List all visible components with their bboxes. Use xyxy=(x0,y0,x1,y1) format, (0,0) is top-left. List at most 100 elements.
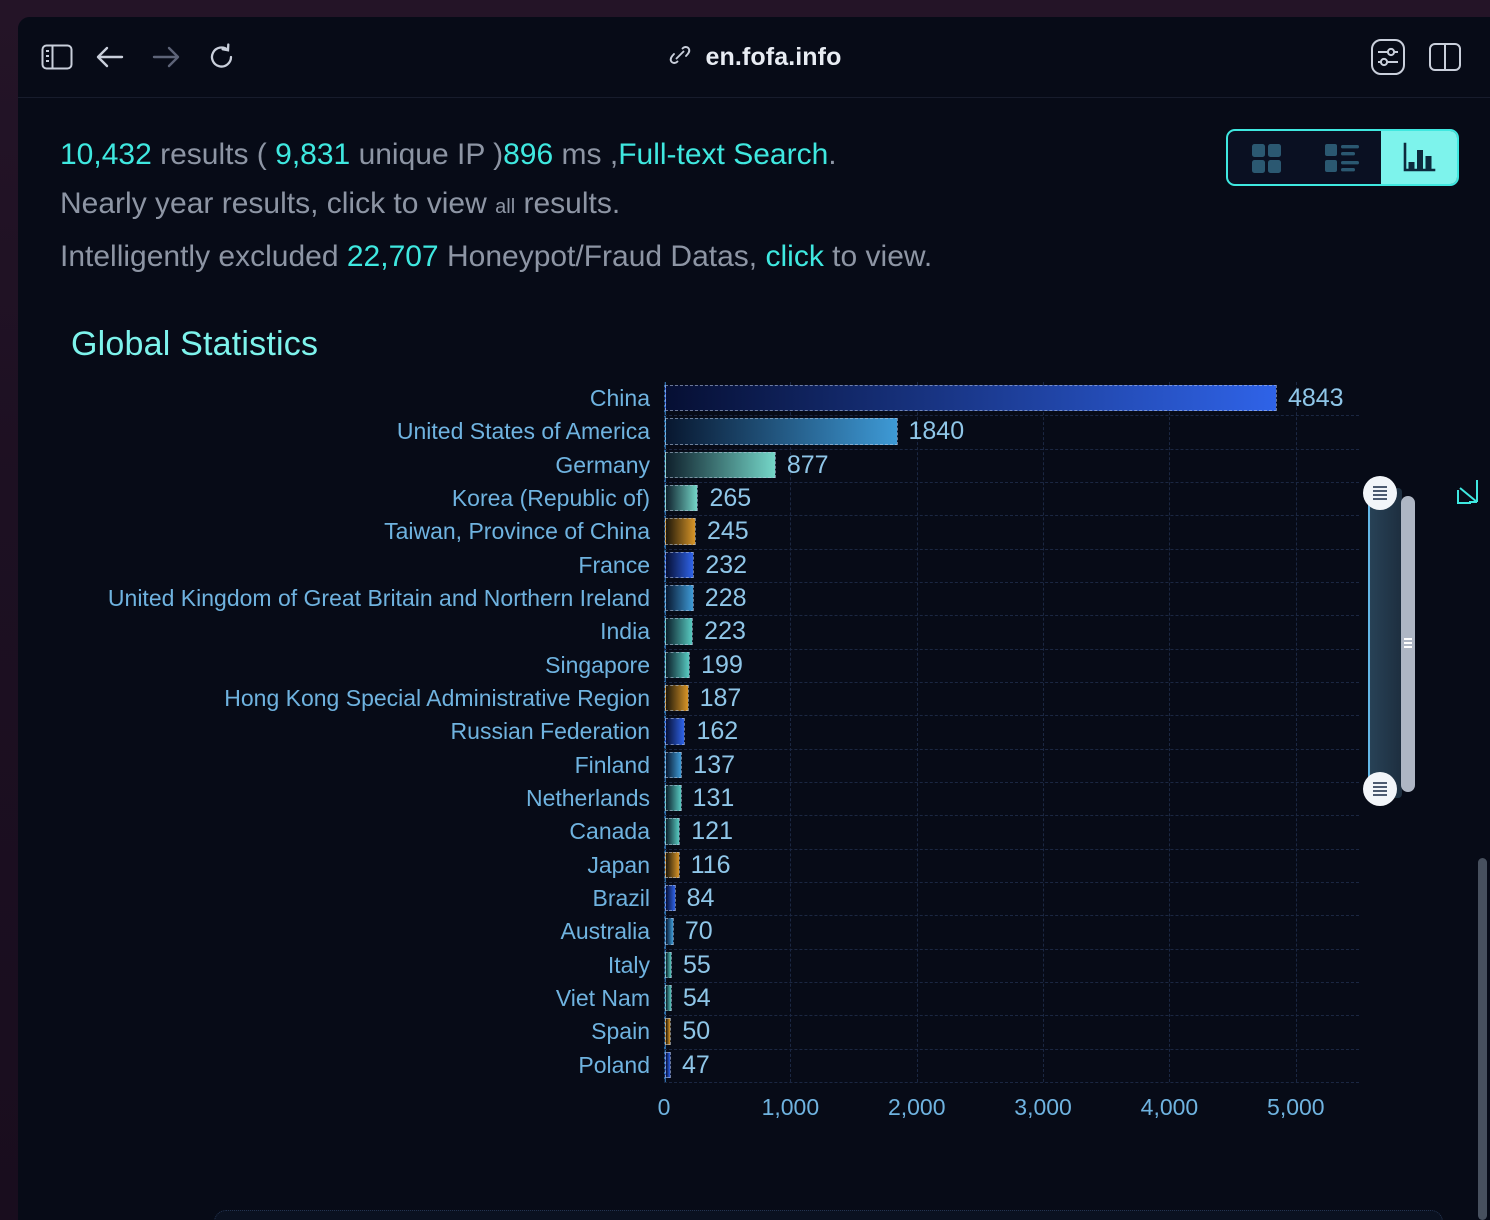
chart-bar-row[interactable]: Korea (Republic of) 265 xyxy=(452,482,1359,515)
chart-bar-row[interactable]: Poland 47 xyxy=(578,1049,1359,1082)
chart-category-label: India xyxy=(600,618,650,645)
chart-bar[interactable] xyxy=(665,618,694,645)
chart-bar[interactable] xyxy=(665,885,676,912)
chart-category-label: Hong Kong Special Administrative Region xyxy=(224,685,650,711)
chart-bar[interactable] xyxy=(665,818,681,845)
chart-category-label: Netherlands xyxy=(525,785,650,811)
ms-word: ms , xyxy=(561,138,619,171)
chart-bar-row[interactable]: Australia 70 xyxy=(561,915,1359,948)
chart-bar-row[interactable]: Italy 55 xyxy=(608,949,1359,982)
data-zoom-handle-top[interactable] xyxy=(1363,476,1397,510)
chart-scrollbar-thumb[interactable] xyxy=(1401,496,1415,792)
chart-bar-row[interactable]: Germany 877 xyxy=(555,449,1359,482)
chart-bar[interactable] xyxy=(665,718,686,745)
chart-bar-row[interactable]: India 223 xyxy=(600,615,1359,648)
chart-bar-row[interactable]: France 232 xyxy=(578,549,1359,582)
page-title: Global Statistics xyxy=(71,325,319,363)
resize-expand-icon[interactable] xyxy=(1456,478,1482,506)
chart-category-label: Finland xyxy=(574,751,650,778)
chart-category-label: Spain xyxy=(591,1018,650,1045)
chart-category-label: Korea (Republic of) xyxy=(451,485,650,511)
chart-bar[interactable] xyxy=(665,585,694,612)
chart-bar[interactable] xyxy=(665,418,898,445)
chart-bar[interactable] xyxy=(665,1018,672,1045)
line1-period: . xyxy=(828,138,837,171)
chart-bar[interactable] xyxy=(665,1051,671,1078)
chart-x-tick-label: 0 xyxy=(657,1094,671,1120)
chart-bar-row[interactable]: Viet Nam 54 xyxy=(556,982,1359,1015)
chart-bar-value: 162 xyxy=(696,717,739,746)
next-result-card xyxy=(214,1210,1443,1220)
chart-bar-row[interactable]: China 4843 xyxy=(590,382,1359,415)
data-zoom-selected-range[interactable] xyxy=(1368,488,1402,798)
chart-bar[interactable] xyxy=(665,951,672,978)
sidebar-toggle-icon[interactable] xyxy=(32,34,82,80)
browser-window: en.fofa.info 10,432 results (9,831 uniq… xyxy=(18,17,1490,1220)
chart-bar[interactable] xyxy=(665,918,674,945)
chart-category-label: Taiwan, Province of China xyxy=(384,518,650,545)
chart-bar-row[interactable]: Spain 50 xyxy=(591,1015,1359,1048)
stats-view-button[interactable] xyxy=(1380,131,1457,184)
chart-bar[interactable] xyxy=(665,451,776,478)
chart-bar[interactable] xyxy=(665,851,680,878)
url-text: en.fofa.info xyxy=(705,42,842,71)
chart-x-tick-label: 3,000 xyxy=(1014,1094,1072,1120)
chart-bar-row[interactable]: Singapore 199 xyxy=(545,649,1359,682)
chart-bar-row[interactable]: United States of America 1840 xyxy=(397,415,1359,448)
grid-view-button[interactable] xyxy=(1228,131,1304,184)
data-zoom-track[interactable] xyxy=(1368,488,1402,798)
all-link[interactable]: all xyxy=(495,196,515,218)
list-view-button[interactable] xyxy=(1304,131,1380,184)
chart-bar[interactable] xyxy=(665,685,689,712)
page-settings-icon[interactable] xyxy=(1370,38,1406,76)
chart-category-label: Japan xyxy=(587,851,650,878)
query-time: 896 xyxy=(503,138,554,171)
chart-bar[interactable] xyxy=(665,518,696,545)
chart-bar[interactable] xyxy=(665,651,691,678)
chart-bar-value: 187 xyxy=(699,684,742,712)
chart-bar-row[interactable]: Brazil 84 xyxy=(592,882,1359,915)
result-count: 10,432 xyxy=(60,138,152,171)
chart-bar[interactable] xyxy=(665,551,695,578)
chart-bar-row[interactable]: Taiwan, Province of China 245 xyxy=(384,515,1359,548)
reload-icon[interactable] xyxy=(194,34,250,80)
chart-bar[interactable] xyxy=(665,985,672,1012)
chart-category-label: Viet Nam xyxy=(555,985,650,1011)
chart-x-tick-label: 1,000 xyxy=(761,1094,820,1120)
chart-bar[interactable] xyxy=(665,785,682,812)
data-zoom-handle-bottom[interactable] xyxy=(1363,772,1397,806)
forward-arrow-icon[interactable] xyxy=(138,34,194,80)
search-mode-link[interactable]: Full-text Search xyxy=(618,138,828,171)
chart-bar-row[interactable]: Netherlands 131 xyxy=(526,782,1359,815)
chart-category-label: United States of America xyxy=(396,418,650,445)
address-bar[interactable]: en.fofa.info xyxy=(667,42,842,73)
chart-bar-row[interactable]: Canada 121 xyxy=(569,815,1359,848)
chart-bar-value: 116 xyxy=(690,850,731,879)
chart-bar-value: 4843 xyxy=(1287,384,1344,412)
chart-bar-value: 50 xyxy=(682,1017,711,1046)
chart-bar[interactable] xyxy=(665,485,699,512)
page-scrollbar-thumb[interactable] xyxy=(1478,858,1487,1220)
vertical-data-zoom-slider[interactable] xyxy=(1363,476,1415,806)
chart-bar-value: 877 xyxy=(786,450,829,479)
view-mode-switch xyxy=(1226,129,1459,186)
unique-ip-word: unique IP ) xyxy=(358,138,504,171)
chart-bar-row[interactable]: Russian Federation 162 xyxy=(451,715,1359,748)
chart-bar[interactable] xyxy=(665,751,683,778)
chart-category-label: France xyxy=(578,551,650,578)
chart-bar-value: 121 xyxy=(691,817,733,846)
chart-bar[interactable] xyxy=(665,385,1277,412)
chart-bar-row[interactable]: Hong Kong Special Administrative Region 1… xyxy=(224,682,1359,715)
chart-bar-value: 232 xyxy=(705,550,748,579)
tab-overview-icon[interactable] xyxy=(1428,40,1462,74)
chart-category-label: Brazil xyxy=(592,885,650,911)
global-statistics-chart: China 4843 United States of America 1840 Ger… xyxy=(18,378,1478,1218)
excluded-text: Intelligently excluded xyxy=(60,240,339,273)
chart-bar-row[interactable]: Finland 137 xyxy=(575,749,1359,782)
chart-bar-row[interactable]: United Kingdom of Great Britain and Nort… xyxy=(108,582,1359,615)
honeypot-click-link[interactable]: click xyxy=(765,240,823,273)
chart-x-tick-label: 2,000 xyxy=(887,1094,946,1120)
back-arrow-icon[interactable] xyxy=(82,34,138,80)
chart-bar-value: 223 xyxy=(704,617,746,646)
chart-bar-row[interactable]: Japan 116 xyxy=(587,849,1359,882)
